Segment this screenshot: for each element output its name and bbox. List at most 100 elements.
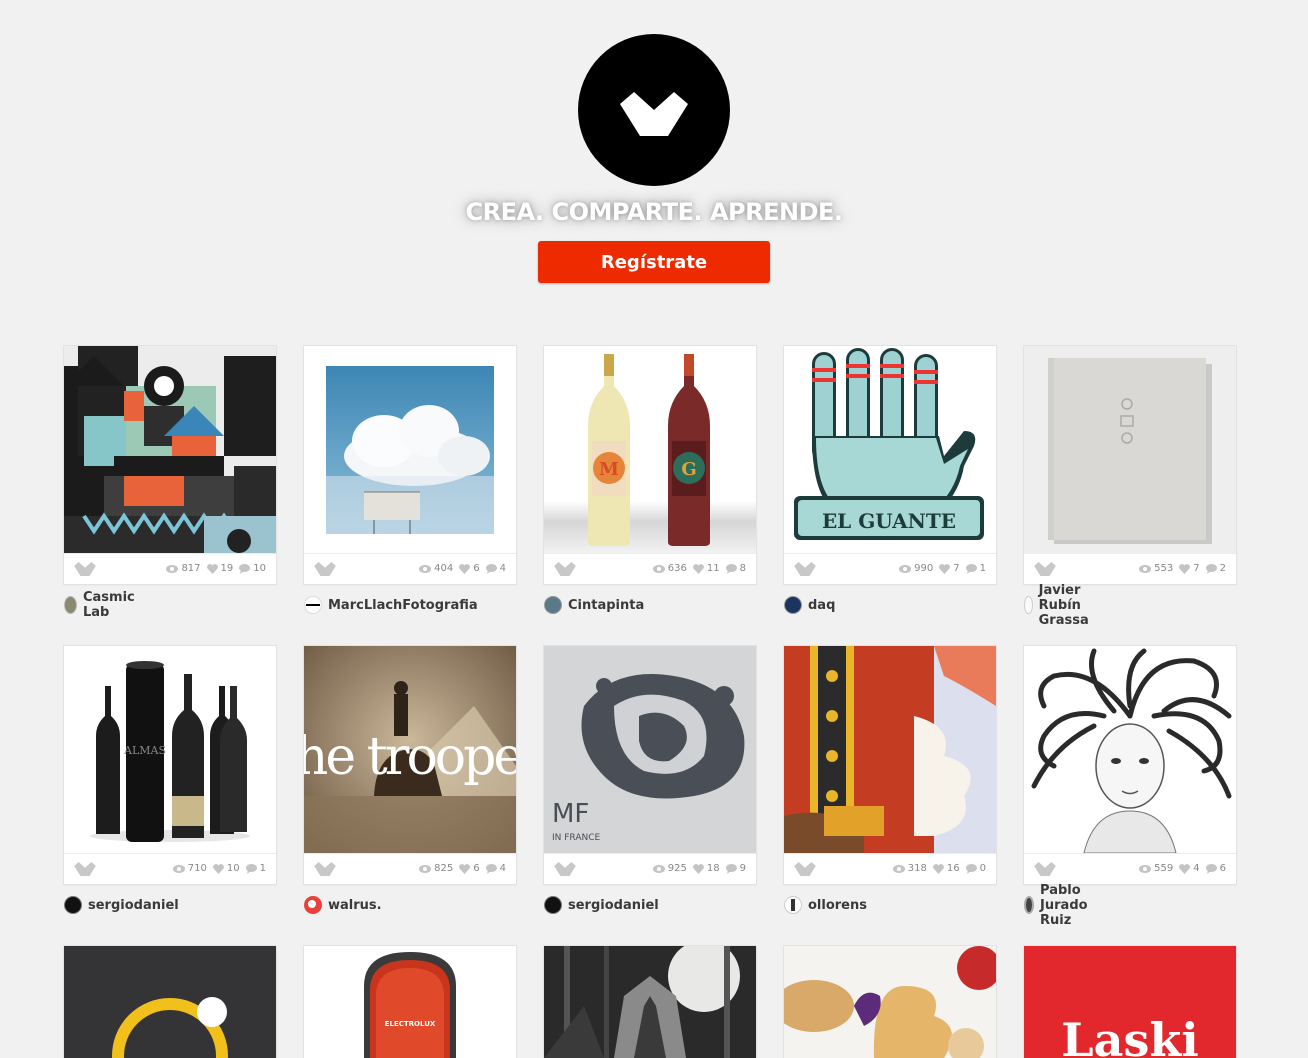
project-thumbnail[interactable] [784,646,996,853]
appreciate-icon[interactable] [554,562,576,576]
project-thumbnail[interactable]: MF IN FRANCE [544,646,756,853]
project-thumbnail[interactable]: EL GUANTE [784,346,996,553]
views-count: 990 [914,563,934,574]
owner-name[interactable]: daq [808,598,835,613]
appreciate-icon[interactable] [1034,862,1056,876]
appreciate-icon[interactable] [314,562,336,576]
views-count: 404 [434,563,454,574]
appreciate-icon[interactable] [314,862,336,876]
likes-count: 4 [1193,863,1200,874]
eye-icon [1139,864,1152,873]
eye-icon [892,864,905,873]
project-card[interactable]: ELECTROLUX [304,946,516,1058]
project-thumbnail[interactable] [304,346,516,553]
project-thumbnail[interactable]: ALMAS [64,646,276,853]
project-card[interactable]: 559 4 6 [1024,646,1236,884]
project-owner[interactable]: walrus. [304,895,382,915]
avatar[interactable] [64,596,77,614]
comments-count: 1 [979,563,986,574]
project-owner[interactable]: daq [784,595,835,615]
project-card[interactable]: EL GUANTE 990 7 1 [784,346,996,584]
project-card[interactable]: 318 16 0 [784,646,996,884]
project-owner[interactable]: Casmic Lab [64,590,140,620]
project-thumbnail[interactable] [64,346,276,553]
eye-icon [172,864,185,873]
owner-name[interactable]: Javier Rubín Grassa [1039,583,1098,628]
owner-name[interactable]: Casmic Lab [83,590,140,620]
appreciate-icon[interactable] [74,562,96,576]
project-card[interactable]: 817 19 10 [64,346,276,584]
avatar[interactable] [1024,896,1035,914]
project-card[interactable]: the trooper 825 6 4 [304,646,516,884]
project-thumbnail[interactable] [1024,346,1236,553]
project-card[interactable]: Laski [1024,946,1236,1058]
avatar[interactable] [544,896,562,914]
views-count: 318 [907,863,927,874]
appreciate-icon[interactable] [794,562,816,576]
avatar[interactable] [64,896,82,914]
project-card[interactable] [784,946,996,1058]
project-owner[interactable]: MarcLlachFotografia [304,595,478,615]
heart-icon [206,563,218,574]
project-thumbnail[interactable] [784,946,996,1058]
project-thumbnail[interactable] [1024,646,1236,853]
artwork-subtitle: IN FRANCE [552,833,600,843]
comments-count: 4 [499,863,506,874]
project-thumbnail[interactable] [64,946,276,1058]
project-card[interactable]: 553 7 2 [1024,346,1236,584]
appreciate-icon[interactable] [794,862,816,876]
project-card[interactable]: MF IN FRANCE 925 18 9 [544,646,756,884]
signup-button[interactable]: Regístrate [538,241,770,283]
domestika-logo-icon[interactable] [578,34,730,186]
owner-name[interactable]: Cintapinta [568,598,644,613]
likes-count: 19 [220,563,234,574]
owner-name[interactable]: sergiodaniel [568,898,659,913]
artwork-title: ELECTROLUX [385,1020,436,1028]
project-owner[interactable]: ollorens [784,895,867,915]
avatar[interactable] [304,896,322,914]
views-count: 710 [187,863,207,874]
project-card[interactable]: M G 636 11 8 [544,346,756,584]
appreciate-icon[interactable] [74,862,96,876]
comment-icon [965,863,977,874]
avatar[interactable] [304,596,322,614]
project-owner[interactable]: Cintapinta [544,595,644,615]
avatar[interactable] [784,596,802,614]
project-card[interactable]: ALMAS 710 10 1 [64,646,276,884]
comment-icon [1205,563,1217,574]
likes-count: 7 [953,563,960,574]
avatar[interactable] [544,596,562,614]
owner-name[interactable]: walrus. [328,898,382,913]
project-thumbnail[interactable]: M G [544,346,756,553]
owner-name[interactable]: Pablo Jurado Ruiz [1040,883,1095,928]
comment-icon [245,863,257,874]
project-stats: 817 19 10 [64,553,276,584]
appreciate-icon[interactable] [554,862,576,876]
heart-icon [212,863,224,874]
eye-icon [652,864,665,873]
owner-name[interactable]: sergiodaniel [88,898,179,913]
appreciate-icon[interactable] [1034,562,1056,576]
views-count: 636 [667,563,687,574]
owner-name[interactable]: ollorens [808,898,867,913]
project-thumbnail[interactable]: ELECTROLUX [304,946,516,1058]
project-owner[interactable]: Javier Rubín Grassa [1024,583,1098,628]
project-owner[interactable]: sergiodaniel [544,895,659,915]
project-thumbnail[interactable] [544,946,756,1058]
project-owner[interactable]: sergiodaniel [64,895,179,915]
comments-count: 6 [1219,863,1226,874]
avatar[interactable] [784,896,802,914]
project-thumbnail[interactable]: Laski [1024,946,1236,1058]
heart-icon [932,863,944,874]
likes-count: 7 [1193,563,1200,574]
project-owner[interactable]: Pablo Jurado Ruiz [1024,883,1096,928]
artwork-title: the trooper [304,727,516,787]
project-card[interactable] [544,946,756,1058]
comments-count: 8 [739,563,746,574]
owner-name[interactable]: MarcLlachFotografia [328,598,478,613]
project-card[interactable]: 404 6 4 [304,346,516,584]
avatar[interactable] [1024,596,1033,614]
project-thumbnail[interactable]: the trooper [304,646,516,853]
project-card[interactable] [64,946,276,1058]
project-stats: 636 11 8 [544,553,756,584]
